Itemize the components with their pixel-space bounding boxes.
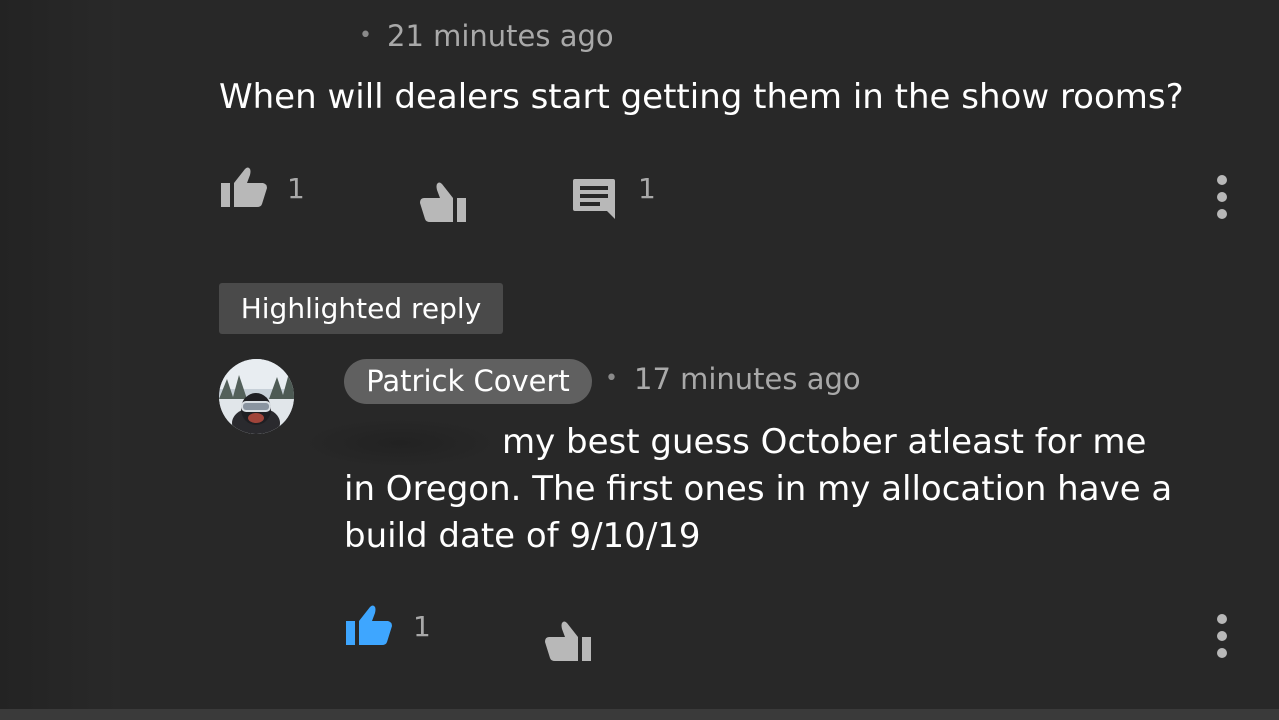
bottom-divider xyxy=(0,709,1279,720)
reply-count: 1 xyxy=(638,172,656,205)
comment-more-button[interactable] xyxy=(1212,175,1232,221)
comment-text: When will dealers start getting them in … xyxy=(219,77,1184,117)
reply-text-line-3: build date of 9/10/19 xyxy=(344,516,701,556)
comment-timestamp: 21 minutes ago xyxy=(387,19,614,53)
like-button[interactable] xyxy=(219,165,269,209)
thumb-up-filled-icon xyxy=(346,605,392,645)
author-chip[interactable]: Patrick Covert xyxy=(344,359,592,404)
reply-timestamp: 17 minutes ago xyxy=(634,362,861,396)
avatar-photo xyxy=(219,359,294,434)
thumb-down-icon xyxy=(545,621,591,661)
reply-text-line-1: my best guess October atleast for me xyxy=(502,422,1147,462)
reply-count-button[interactable] xyxy=(571,177,617,221)
highlighted-reply-badge: Highlighted reply xyxy=(219,283,503,334)
separator-dot: • xyxy=(359,23,372,48)
dislike-button[interactable] xyxy=(418,180,468,224)
reply-like-button[interactable] xyxy=(344,603,394,647)
avatar[interactable] xyxy=(219,359,294,434)
reply-like-count: 1 xyxy=(413,610,431,643)
image-artifact-shadow xyxy=(300,418,500,468)
reply-text-line-2: in Oregon. The first ones in my allocati… xyxy=(344,469,1173,509)
like-count: 1 xyxy=(287,172,305,205)
reply-dislike-button[interactable] xyxy=(543,619,593,663)
comment-icon xyxy=(573,179,615,219)
more-vert-icon xyxy=(1212,614,1232,658)
thumb-down-icon xyxy=(420,182,466,222)
left-panel-edge xyxy=(0,0,120,720)
separator-dot: • xyxy=(605,366,618,391)
reply-more-button[interactable] xyxy=(1212,614,1232,660)
thumb-up-icon xyxy=(221,167,267,207)
more-vert-icon xyxy=(1212,175,1232,219)
